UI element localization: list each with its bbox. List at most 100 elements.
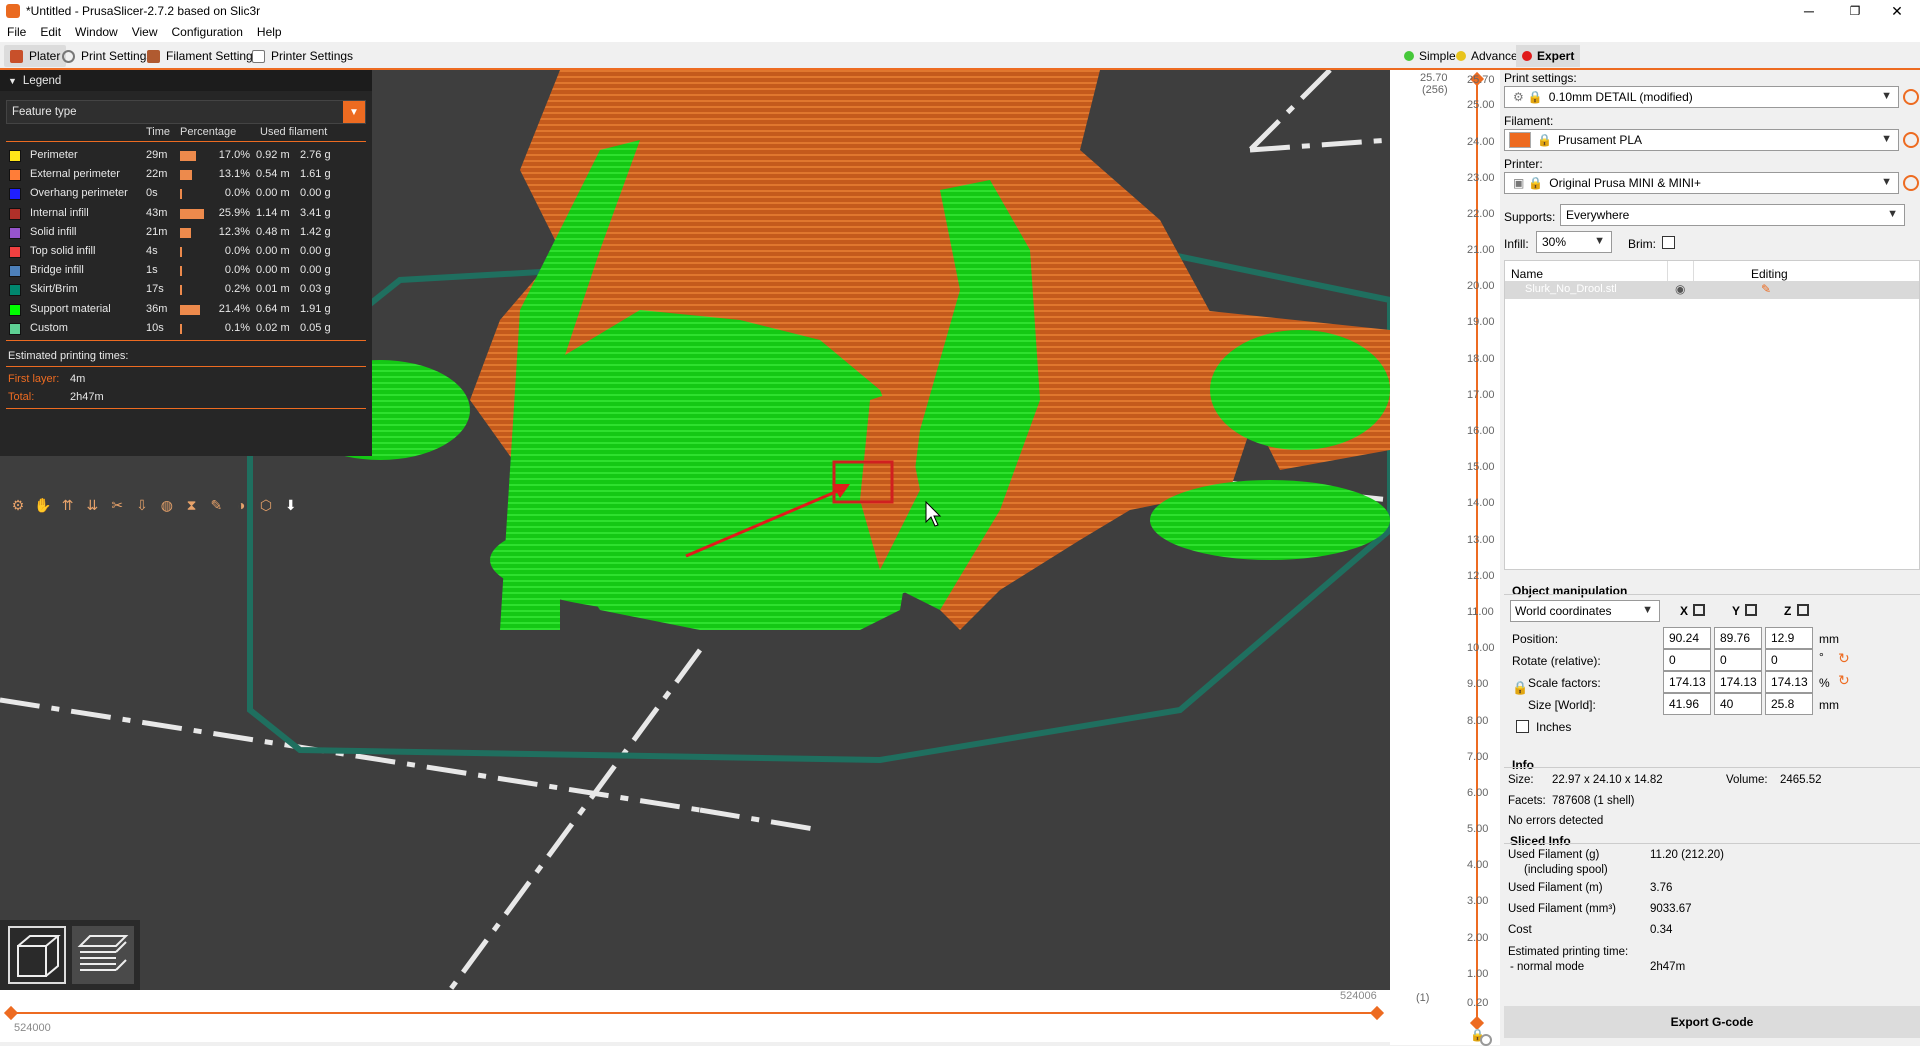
legend-row[interactable]: External perimeter 22m 13.1% 0.54 m 1.61 g (0, 165, 372, 184)
gear-icon (62, 49, 75, 63)
printer-edit-icon[interactable] (1903, 175, 1919, 191)
deretractions-icon[interactable]: ⇊ (80, 494, 104, 516)
custom-gcode-icon[interactable]: ✎ (204, 494, 228, 516)
eye-icon[interactable]: ◉ (1675, 282, 1685, 296)
info-size-label: Size: (1508, 774, 1534, 786)
legend-row[interactable]: Bridge infill 1s 0.0% 0.00 m 0.00 g (0, 261, 372, 280)
object-row[interactable]: Slurk_No_Drool.stl ◉ ✎ (1505, 281, 1919, 299)
tool-marker-icon[interactable]: ⬇ (279, 494, 303, 516)
mode-expert[interactable]: Expert (1516, 45, 1581, 67)
legend-row[interactable]: Internal infill 43m 25.9% 1.14 m 3.41 g (0, 204, 372, 223)
legend-view-type-select[interactable]: Feature type ▼ (6, 100, 366, 124)
3d-view-button[interactable] (8, 926, 66, 984)
tab-bar: Plater Print Settings Filament Settings … (0, 42, 1920, 70)
filament-edit-icon[interactable] (1903, 132, 1919, 148)
pause-icon[interactable]: ⧗ (180, 494, 204, 516)
rotate-z-input[interactable]: 0 (1765, 649, 1813, 671)
printer-value: Original Prusa MINI & MINI+ (1549, 176, 1702, 190)
legend-header[interactable]: ▼ Legend (0, 70, 372, 91)
position-y-input[interactable]: 89.76 (1714, 627, 1762, 649)
position-z-input[interactable]: 12.9 (1765, 627, 1813, 649)
filament-color-swatch[interactable] (1509, 132, 1531, 148)
travel-icon[interactable]: ⚙ (6, 494, 30, 516)
infill-select[interactable]: 30% ▼ (1536, 231, 1612, 253)
coordinate-system-select[interactable]: World coordinates ▼ (1510, 600, 1660, 622)
legend-item-time: 1s (146, 264, 158, 277)
rotate-y-input[interactable]: 0 (1714, 649, 1762, 671)
section-divider (1504, 767, 1920, 768)
drop-to-bed-icon[interactable] (1693, 604, 1705, 616)
brim-checkbox[interactable] (1662, 236, 1675, 249)
seams-icon[interactable]: ✂ (105, 494, 129, 516)
inches-checkbox[interactable] (1516, 720, 1529, 733)
legend-row[interactable]: Custom 10s 0.1% 0.02 m 0.05 g (0, 319, 372, 338)
chevron-down-icon: ▼ (1887, 208, 1898, 220)
drop-to-bed-icon[interactable] (1745, 604, 1757, 616)
right-thumb[interactable] (1369, 1005, 1385, 1021)
menu-window[interactable]: Window (68, 25, 125, 39)
rotate-x-input[interactable]: 0 (1663, 649, 1711, 671)
legend-row[interactable]: Skirt/Brim 17s 0.2% 0.01 m 0.03 g (0, 280, 372, 299)
legend-col-time: Time (146, 126, 171, 138)
menu-configuration[interactable]: Configuration (165, 25, 250, 39)
horizontal-move-slider[interactable]: 524000 524006 (0, 990, 1390, 1042)
reset-rotation-icon[interactable]: ↻ (1838, 650, 1850, 667)
menu-edit[interactable]: Edit (33, 25, 68, 39)
scale-x-input[interactable]: 174.13 (1663, 671, 1711, 693)
reset-scale-icon[interactable]: ↻ (1838, 672, 1850, 689)
cube-icon (17, 935, 61, 977)
layers-icon (77, 935, 129, 971)
print-settings-select[interactable]: ⚙ 🔒 0.10mm DETAIL (modified) ▼ (1504, 86, 1899, 108)
legend-color-swatch (9, 169, 21, 182)
section-divider (1504, 843, 1920, 844)
infill-value: 30% (1542, 235, 1567, 249)
legend-row[interactable]: Solid infill 21m 12.3% 0.48 m 1.42 g (0, 223, 372, 242)
legend-item-percentage: 0.0% (224, 187, 250, 200)
edit-icon[interactable]: ✎ (1761, 282, 1771, 296)
size-z-input[interactable]: 25.8 (1765, 693, 1813, 715)
preview-view-button[interactable] (72, 926, 134, 984)
left-thumb[interactable] (3, 1005, 19, 1021)
legend-item-meters: 0.00 m (256, 187, 290, 200)
export-gcode-button[interactable]: Export G-code (1504, 1006, 1920, 1038)
filament-select[interactable]: 🔒 Prusament PLA ▼ (1504, 129, 1899, 151)
legend-row[interactable]: Perimeter 29m 17.0% 0.92 m 2.76 g (0, 146, 372, 165)
legend-item-meters: 0.01 m (256, 283, 290, 296)
legend-percentage-bar (180, 323, 182, 334)
legend-item-time: 0s (146, 187, 158, 200)
minimize-button[interactable]: ─ (1786, 0, 1832, 22)
legend-row[interactable]: Support material 36m 21.4% 0.64 m 1.91 g (0, 300, 372, 319)
legend-row[interactable]: Overhang perimeter 0s 0.0% 0.00 m 0.00 g (0, 184, 372, 203)
maximize-button[interactable]: ❐ (1832, 0, 1878, 22)
close-button[interactable]: ✕ (1874, 0, 1920, 22)
legend-row[interactable]: Top solid infill 4s 0.0% 0.00 m 0.00 g (0, 242, 372, 261)
layer-height-tick: 15.00 (1467, 461, 1495, 474)
tool-changes-icon[interactable]: ⇩ (130, 494, 154, 516)
scale-lock-icon[interactable]: 🔒 (1512, 680, 1528, 696)
position-x-input[interactable]: 90.24 (1663, 627, 1711, 649)
retractions-icon[interactable]: ⇈ (56, 494, 80, 516)
supports-value: Everywhere (1566, 208, 1630, 222)
print-settings-edit-icon[interactable] (1903, 89, 1919, 105)
drop-to-bed-icon[interactable] (1797, 604, 1809, 616)
center-of-gravity-icon[interactable]: ◑ (229, 494, 253, 516)
layer-height-tick: 24.00 (1467, 135, 1495, 148)
chevron-down-icon: ▼ (1881, 176, 1892, 188)
menu-file[interactable]: File (0, 25, 33, 39)
menu-help[interactable]: Help (250, 25, 289, 39)
layer-height-tick: 8.00 (1467, 714, 1489, 727)
scale-z-input[interactable]: 174.13 (1765, 671, 1813, 693)
size-label: Size [World]: (1528, 698, 1596, 712)
shells-icon[interactable]: ⬡ (254, 494, 278, 516)
supports-select[interactable]: Everywhere ▼ (1560, 204, 1905, 226)
tab-printer-settings[interactable]: Printer Settings (246, 45, 359, 67)
color-changes-icon[interactable]: ◍ (155, 494, 179, 516)
legend-color-swatch (9, 226, 21, 239)
scale-y-input[interactable]: 174.13 (1714, 671, 1762, 693)
cog-icon[interactable] (1480, 1034, 1492, 1046)
printer-select[interactable]: ▣ 🔒 Original Prusa MINI & MINI+ ▼ (1504, 172, 1899, 194)
size-y-input[interactable]: 40 (1714, 693, 1762, 715)
size-x-input[interactable]: 41.96 (1663, 693, 1711, 715)
menu-view[interactable]: View (125, 25, 165, 39)
wipe-icon[interactable]: ✋ (31, 494, 55, 516)
